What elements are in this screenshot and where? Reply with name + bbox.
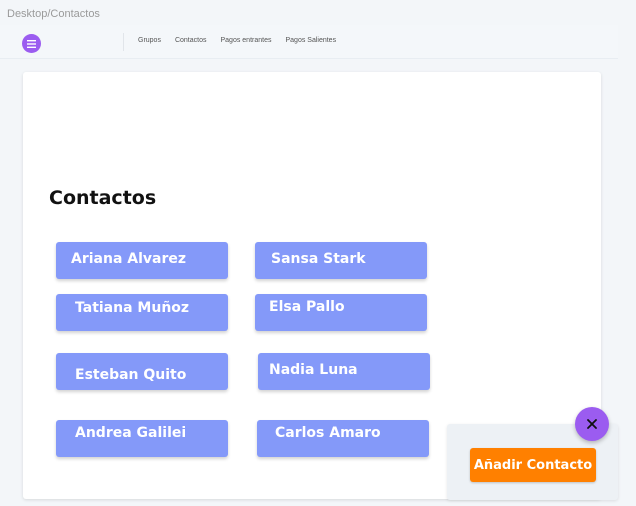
contact-name: Sansa Stark <box>271 251 366 267</box>
contact-name: Carlos Amaro <box>275 425 381 441</box>
page-title: Contactos <box>49 187 157 209</box>
contact-button-tatiana-munoz[interactable]: Tatiana Muñoz <box>56 294 228 331</box>
contact-button-elsa-pallo[interactable]: Elsa Pallo <box>255 294 427 331</box>
menu-button[interactable] <box>22 34 41 53</box>
contact-name: Andrea Galilei <box>75 425 187 441</box>
contact-name: Esteban Quito <box>75 367 187 383</box>
nav-divider <box>123 33 124 51</box>
contact-button-ariana-alvarez[interactable]: Ariana Alvarez <box>56 242 228 279</box>
close-x-icon <box>587 419 597 429</box>
nav-item-pagos-salientes[interactable]: Pagos Salientes <box>285 37 336 44</box>
contact-name: Elsa Pallo <box>269 299 345 315</box>
contact-button-andrea-galilei[interactable]: Andrea Galilei <box>56 420 228 457</box>
contact-name: Tatiana Muñoz <box>75 300 190 316</box>
contact-name: Nadia Luna <box>269 362 358 378</box>
nav-item-pagos-entrantes[interactable]: Pagos entrantes <box>221 37 272 44</box>
close-button[interactable] <box>575 407 609 441</box>
contact-name: Ariana Alvarez <box>71 251 187 267</box>
frame-label: Desktop/Contactos <box>7 8 100 20</box>
contact-button-esteban-quito[interactable]: Esteban Quito <box>56 353 228 390</box>
nav-item-grupos[interactable]: Grupos <box>138 37 161 44</box>
contact-button-carlos-amaro[interactable]: Carlos Amaro <box>257 420 429 457</box>
main-nav: Grupos Contactos Pagos entrantes Pagos S… <box>138 37 336 44</box>
contact-button-nadia-luna[interactable]: Nadia Luna <box>258 353 430 390</box>
contact-button-sansa-stark[interactable]: Sansa Stark <box>255 242 427 279</box>
add-contact-button[interactable]: Añadir Contacto <box>470 448 596 482</box>
hamburger-menu-icon <box>27 39 36 48</box>
nav-item-contactos[interactable]: Contactos <box>175 37 207 44</box>
